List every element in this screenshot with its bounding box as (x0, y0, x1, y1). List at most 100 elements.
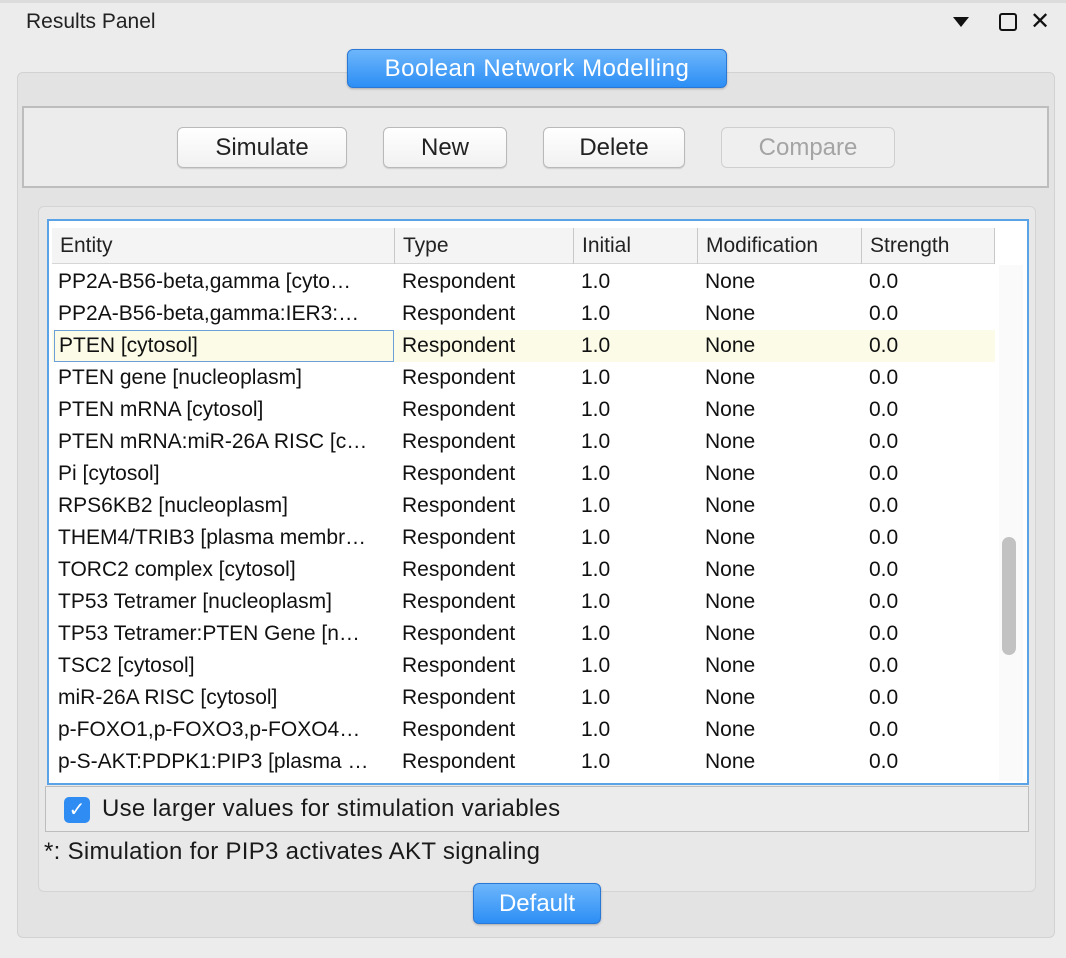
cell-modification[interactable]: None (701, 650, 861, 682)
table-row[interactable]: PTEN [cytosol] Respondent 1.0 None 0.0 (52, 330, 995, 362)
cell-initial[interactable]: 1.0 (577, 298, 697, 330)
table-row[interactable]: TSC2 [cytosol] Respondent 1.0 None 0.0 (52, 650, 995, 682)
cell-modification[interactable]: None (701, 746, 861, 778)
cell-entity[interactable]: TP53 Tetramer:PTEN Gene [n… (54, 618, 394, 650)
cell-initial[interactable]: 1.0 (577, 394, 697, 426)
cell-modification[interactable]: None (701, 586, 861, 618)
table-row[interactable]: THEM4/TRIB3 [plasma membr… Respondent 1.0 N… (52, 522, 995, 554)
cell-entity[interactable]: miR-26A RISC [cytosol] (54, 682, 394, 714)
cell-type[interactable]: Respondent (398, 298, 573, 330)
larger-values-checkbox[interactable]: ✓ (64, 797, 90, 823)
cell-modification[interactable]: None (701, 426, 861, 458)
table-row[interactable]: PP2A-B56-beta,gamma [cyto… Respondent 1.0 N… (52, 266, 995, 298)
cell-entity[interactable]: p-FOXO1,p-FOXO3,p-FOXO4… (54, 714, 394, 746)
cell-type[interactable]: Respondent (398, 394, 573, 426)
close-icon[interactable]: ✕ (1028, 9, 1052, 35)
vertical-scrollbar[interactable] (999, 265, 1023, 781)
column-header-strength[interactable]: Strength (862, 228, 995, 264)
cell-entity[interactable]: PP2A-B56-beta,gamma:IER3:… (54, 298, 394, 330)
cell-strength[interactable]: 0.0 (865, 394, 993, 426)
cell-modification[interactable]: None (701, 618, 861, 650)
cell-modification[interactable]: None (701, 522, 861, 554)
maximize-icon[interactable] (996, 9, 1020, 35)
cell-strength[interactable]: 0.0 (865, 298, 993, 330)
simulate-button[interactable]: Simulate (177, 127, 347, 168)
cell-strength[interactable]: 0.0 (865, 362, 993, 394)
cell-type[interactable]: Respondent (398, 554, 573, 586)
tab-boolean-network-modelling[interactable]: Boolean Network Modelling (347, 49, 727, 88)
column-header-initial[interactable]: Initial (574, 228, 698, 264)
column-header-type[interactable]: Type (395, 228, 574, 264)
cell-modification[interactable]: None (701, 490, 861, 522)
table-row[interactable]: p-S-AKT:PDPK1:PIP3 [plasma … Respondent 1.… (52, 746, 995, 778)
cell-strength[interactable]: 0.0 (865, 426, 993, 458)
cell-strength[interactable]: 0.0 (865, 746, 993, 778)
cell-strength[interactable]: 0.0 (865, 554, 993, 586)
cell-strength[interactable]: 0.0 (865, 586, 993, 618)
cell-type[interactable]: Respondent (398, 682, 573, 714)
cell-entity[interactable]: p-S-AKT:PDPK1:PIP3 [plasma … (54, 746, 394, 778)
cell-initial[interactable]: 1.0 (577, 554, 697, 586)
cell-initial[interactable]: 1.0 (577, 650, 697, 682)
cell-type[interactable]: Respondent (398, 650, 573, 682)
larger-values-label[interactable]: Use larger values for stimulation variab… (102, 795, 560, 823)
cell-initial[interactable]: 1.0 (577, 746, 697, 778)
cell-type[interactable]: Respondent (398, 266, 573, 298)
cell-initial[interactable]: 1.0 (577, 426, 697, 458)
cell-strength[interactable]: 0.0 (865, 490, 993, 522)
table-row[interactable]: TORC2 complex [cytosol] Respondent 1.0 None… (52, 554, 995, 586)
cell-type[interactable]: Respondent (398, 714, 573, 746)
panel-menu-icon[interactable] (948, 9, 974, 35)
cell-initial[interactable]: 1.0 (577, 266, 697, 298)
cell-initial[interactable]: 1.0 (577, 714, 697, 746)
cell-type[interactable]: Respondent (398, 362, 573, 394)
column-header-entity[interactable]: Entity (52, 228, 395, 264)
table-row[interactable]: RPS6KB2 [nucleoplasm] Respondent 1.0 None 0.… (52, 490, 995, 522)
cell-type[interactable]: Respondent (398, 746, 573, 778)
table-row[interactable]: PTEN gene [nucleoplasm] Respondent 1.0 None… (52, 362, 995, 394)
table-row[interactable]: PTEN mRNA:miR-26A RISC [c… Respondent 1.0 N… (52, 426, 995, 458)
cell-initial[interactable]: 1.0 (577, 458, 697, 490)
cell-type[interactable]: Respondent (398, 458, 573, 490)
cell-modification[interactable]: None (701, 554, 861, 586)
table-row[interactable]: miR-26A RISC [cytosol] Respondent 1.0 None 0… (52, 682, 995, 714)
column-header-modification[interactable]: Modification (698, 228, 862, 264)
cell-strength[interactable]: 0.0 (865, 682, 993, 714)
cell-modification[interactable]: None (701, 682, 861, 714)
cell-initial[interactable]: 1.0 (577, 330, 697, 362)
table-row[interactable]: TP53 Tetramer:PTEN Gene [n… Respondent 1.0… (52, 618, 995, 650)
cell-modification[interactable]: None (701, 394, 861, 426)
cell-strength[interactable]: 0.0 (865, 458, 993, 490)
cell-initial[interactable]: 1.0 (577, 682, 697, 714)
table-row[interactable]: PTEN mRNA [cytosol] Respondent 1.0 None 0.0 (52, 394, 995, 426)
delete-button[interactable]: Delete (543, 127, 685, 168)
cell-modification[interactable]: None (701, 714, 861, 746)
cell-type[interactable]: Respondent (398, 330, 573, 362)
cell-initial[interactable]: 1.0 (577, 490, 697, 522)
cell-entity[interactable]: TP53 Tetramer [nucleoplasm] (54, 586, 394, 618)
cell-modification[interactable]: None (701, 266, 861, 298)
cell-modification[interactable]: None (701, 362, 861, 394)
entity-table[interactable]: Entity Type Initial Modification Strengt… (47, 219, 1029, 785)
cell-strength[interactable]: 0.0 (865, 330, 993, 362)
cell-strength[interactable]: 0.0 (865, 650, 993, 682)
cell-entity[interactable]: TSC2 [cytosol] (54, 650, 394, 682)
cell-modification[interactable]: None (701, 330, 861, 362)
cell-initial[interactable]: 1.0 (577, 522, 697, 554)
cell-strength[interactable]: 0.0 (865, 714, 993, 746)
cell-entity[interactable]: PTEN mRNA:miR-26A RISC [c… (54, 426, 394, 458)
cell-entity[interactable]: PTEN gene [nucleoplasm] (54, 362, 394, 394)
cell-initial[interactable]: 1.0 (577, 362, 697, 394)
new-button[interactable]: New (383, 127, 507, 168)
cell-entity[interactable]: THEM4/TRIB3 [plasma membr… (54, 522, 394, 554)
cell-modification[interactable]: None (701, 458, 861, 490)
cell-type[interactable]: Respondent (398, 490, 573, 522)
cell-entity[interactable]: RPS6KB2 [nucleoplasm] (54, 490, 394, 522)
cell-type[interactable]: Respondent (398, 522, 573, 554)
table-row[interactable]: Pi [cytosol] Respondent 1.0 None 0.0 (52, 458, 995, 490)
table-row[interactable]: p-FOXO1,p-FOXO3,p-FOXO4… Respondent 1.0 Non… (52, 714, 995, 746)
cell-type[interactable]: Respondent (398, 426, 573, 458)
default-button[interactable]: Default (473, 883, 601, 924)
cell-entity[interactable]: Pi [cytosol] (54, 458, 394, 490)
cell-strength[interactable]: 0.0 (865, 618, 993, 650)
